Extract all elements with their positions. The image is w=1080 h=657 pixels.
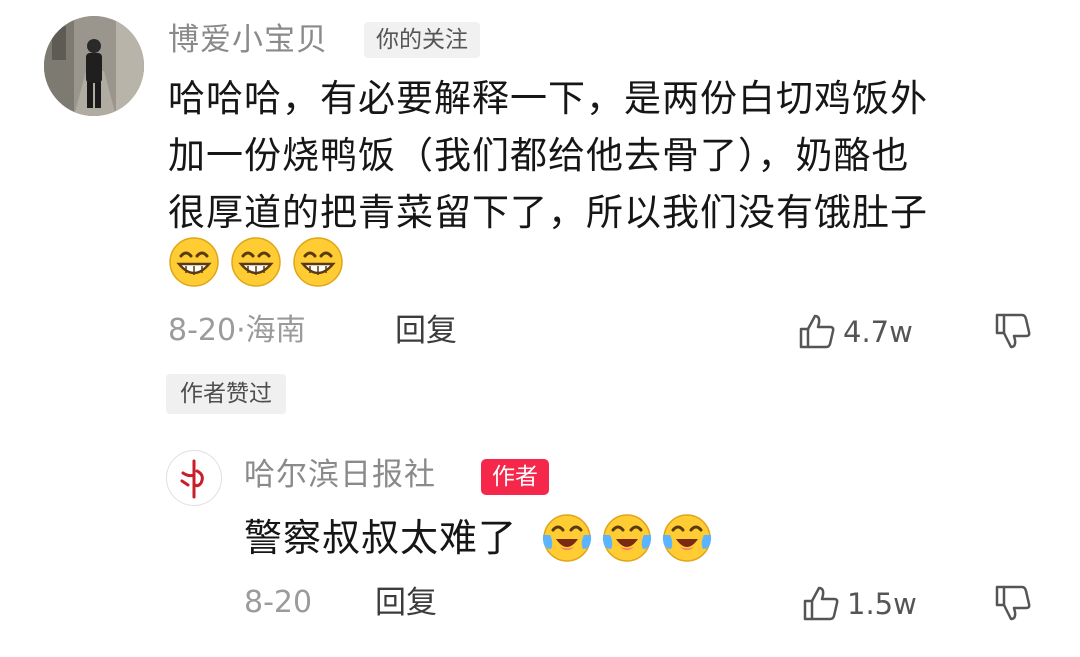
dislike-button[interactable] — [993, 311, 1033, 353]
like-count: 1.5w — [847, 587, 917, 621]
like-button[interactable]: 4.7w — [797, 309, 913, 355]
tears-of-joy-emoji-icon — [542, 514, 592, 562]
comment-text-line: 加一份烧鸭饭（我们都给他去骨了），奶酪也 — [168, 134, 910, 177]
comment-emoji-row — [168, 236, 344, 288]
reply-author-avatar[interactable] — [166, 450, 222, 506]
like-button[interactable]: 1.5w — [801, 581, 917, 627]
comment-text-line: 哈哈哈，有必要解释一下，是两份白切鸡饭外 — [168, 77, 928, 120]
reply-button[interactable]: 回复 — [375, 580, 437, 626]
newspaper-logo-icon — [180, 459, 204, 499]
reply-author-name[interactable]: 哈尔滨日报社 — [244, 452, 436, 498]
reply-button[interactable]: 回复 — [395, 308, 457, 354]
grin-emoji-icon — [293, 237, 343, 287]
comment-date-location: 8-20·海南 — [168, 313, 306, 348]
dislike-button[interactable] — [993, 583, 1033, 625]
thumbs-down-icon — [995, 585, 1031, 621]
thumbs-down-icon — [995, 313, 1031, 349]
reply-text: 警察叔叔太难了 — [244, 516, 518, 560]
avatar-photo — [44, 16, 144, 116]
grin-emoji-icon — [169, 237, 219, 287]
reply-emoji-row — [540, 510, 714, 566]
reply-date: 8-20 — [244, 585, 313, 620]
thumbs-up-icon — [799, 314, 835, 349]
author-badge: 作者 — [481, 459, 549, 495]
grin-emoji-icon — [231, 237, 281, 287]
following-badge: 你的关注 — [364, 22, 480, 58]
thumbs-up-icon — [803, 586, 839, 621]
like-count: 4.7w — [843, 315, 913, 349]
comment-text: 哈哈哈，有必要解释一下，是两份白切鸡饭外 加一份烧鸭饭（我们都给他去骨了），奶酪… — [168, 70, 1048, 241]
tears-of-joy-emoji-icon — [662, 514, 712, 562]
commenter-avatar[interactable] — [44, 16, 144, 116]
tears-of-joy-emoji-icon — [602, 514, 652, 562]
commenter-name[interactable]: 博爱小宝贝 — [168, 20, 328, 60]
author-liked-badge: 作者赞过 — [166, 374, 286, 414]
comment-text-line: 很厚道的把青菜留下了，所以我们没有饿肚子 — [168, 191, 928, 234]
